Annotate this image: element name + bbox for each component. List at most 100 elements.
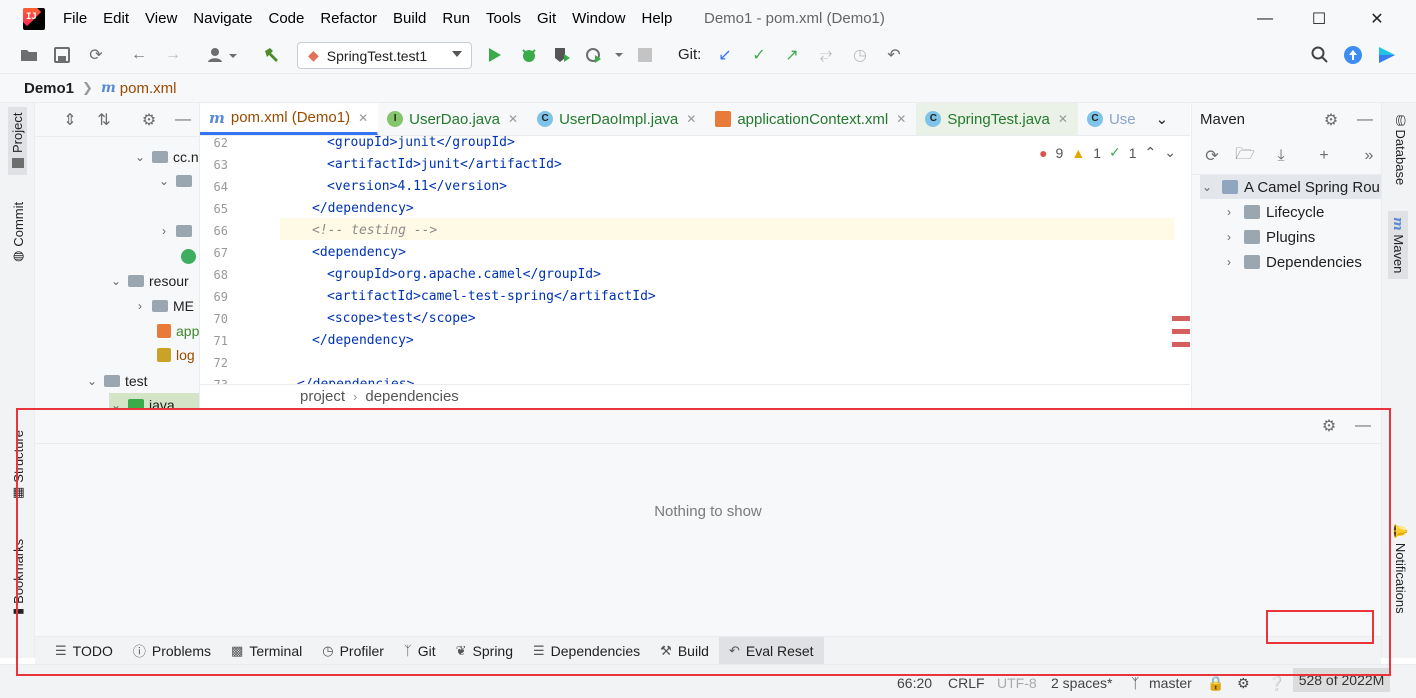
menu-tools[interactable]: Tools xyxy=(478,10,529,27)
tree-item-java[interactable]: ⌄ java xyxy=(109,393,199,408)
previous-highlight-icon[interactable]: ⌃ xyxy=(1145,144,1157,161)
tree-item-collapsed-package[interactable]: › xyxy=(157,219,197,243)
tree-item-meta-inf[interactable]: › ME xyxy=(133,294,194,318)
tab-springtest[interactable]: C SpringTest.java ✕ xyxy=(916,103,1078,135)
update-available-icon[interactable] xyxy=(1342,44,1364,66)
maven-lifecycle-node[interactable]: › Lifecycle xyxy=(1222,200,1324,224)
show-hidden-tabs-icon[interactable]: ⌄ xyxy=(1146,103,1180,135)
profile-dropdown-icon[interactable] xyxy=(583,44,625,66)
lock-icon[interactable]: 🔒 xyxy=(1207,675,1224,692)
breadcrumb-project-tag[interactable]: project xyxy=(300,388,345,405)
gear-icon[interactable]: ⚙ xyxy=(138,109,160,131)
tab-use-truncated[interactable]: C Use xyxy=(1078,103,1146,135)
build-tab[interactable]: ⚒ Build xyxy=(650,637,719,665)
tree-item-interface[interactable] xyxy=(177,244,199,268)
structure-tool-tab[interactable]: ▦ Structure xyxy=(8,424,28,505)
indent-setting[interactable]: 2 spaces* xyxy=(1051,675,1112,691)
close-window-button[interactable]: ✕ xyxy=(1350,0,1404,37)
forward-arrow-icon[interactable]: → xyxy=(162,44,184,66)
open-folder-icon[interactable] xyxy=(18,44,40,66)
git-branch[interactable]: master xyxy=(1149,675,1192,691)
spring-tab[interactable]: ❦ Spring xyxy=(446,637,523,665)
menu-window[interactable]: Window xyxy=(564,10,633,27)
todo-tab[interactable]: ☰ TODO xyxy=(45,637,123,665)
close-icon[interactable]: ✕ xyxy=(1058,112,1068,126)
tab-userdao[interactable]: I UserDao.java ✕ xyxy=(378,103,528,135)
gear-icon[interactable]: ⚙ xyxy=(1320,109,1342,131)
file-encoding[interactable]: UTF-8 xyxy=(997,675,1037,691)
tree-item-resources[interactable]: ⌄ resour xyxy=(109,269,189,293)
dependencies-tab[interactable]: ☰ Dependencies xyxy=(523,637,650,665)
stop-icon[interactable] xyxy=(634,44,656,66)
menu-edit[interactable]: Edit xyxy=(95,10,137,27)
maximize-button[interactable]: ☐ xyxy=(1292,0,1346,37)
gear-icon[interactable]: ⚙ xyxy=(1318,415,1340,437)
notifications-tool-tab[interactable]: 🔔 Notifications xyxy=(1392,523,1408,614)
breadcrumb-dependencies-tag[interactable]: dependencies xyxy=(365,388,458,405)
menu-build[interactable]: Build xyxy=(385,10,434,27)
tab-pom-xml[interactable]: m pom.xml (Demo1) ✕ xyxy=(200,103,379,135)
menu-view[interactable]: View xyxy=(137,10,185,27)
more-actions-icon[interactable]: » xyxy=(1358,145,1380,167)
problems-tab[interactable]: ⓘ Problems xyxy=(123,637,221,665)
breadcrumb-project[interactable]: Demo1 xyxy=(24,80,74,97)
git-update-icon[interactable]: ↙ xyxy=(714,44,736,66)
collapse-all-icon[interactable]: ⇅ xyxy=(93,109,115,131)
close-icon[interactable]: ✕ xyxy=(358,111,368,125)
maven-dependencies-node[interactable]: › Dependencies xyxy=(1222,250,1362,274)
menu-navigate[interactable]: Navigate xyxy=(185,10,260,27)
tab-application-context[interactable]: applicationContext.xml ✕ xyxy=(706,103,916,135)
error-stripe-mark[interactable] xyxy=(1172,329,1190,334)
error-stripe-mark[interactable] xyxy=(1172,342,1190,347)
git-tab[interactable]: ᛉ Git xyxy=(394,637,446,665)
debug-icon[interactable] xyxy=(518,44,540,66)
database-tool-tab[interactable]: ⛁ Database xyxy=(1392,115,1408,185)
search-icon[interactable] xyxy=(1309,44,1331,66)
menu-help[interactable]: Help xyxy=(634,10,681,27)
add-icon[interactable]: + xyxy=(1313,145,1335,167)
git-history-icon[interactable]: ◷ xyxy=(849,44,871,66)
expand-all-icon[interactable]: ⇕ xyxy=(59,109,81,131)
close-icon[interactable]: ✕ xyxy=(508,112,518,126)
eval-reset-tab[interactable]: ↶ Eval Reset xyxy=(718,636,824,665)
generate-sources-icon[interactable]: 🗁 xyxy=(1234,145,1256,167)
tree-item-test[interactable]: ⌄ test xyxy=(85,369,148,393)
run-config-select[interactable]: ◆ SpringTest.test1 xyxy=(297,42,472,69)
menu-file[interactable]: File xyxy=(55,10,95,27)
menu-run[interactable]: Run xyxy=(434,10,478,27)
tree-item-app-context[interactable]: app xyxy=(157,319,199,343)
run-icon[interactable] xyxy=(484,44,506,66)
git-push-icon[interactable]: ↗ xyxy=(781,44,803,66)
breadcrumb-file[interactable]: pom.xml xyxy=(120,80,177,97)
inspector-icon[interactable]: ⚙ xyxy=(1237,675,1250,692)
bookmarks-tool-tab[interactable]: ▮ Bookmarks xyxy=(8,533,28,621)
build-hammer-icon[interactable] xyxy=(260,44,282,66)
terminal-tab[interactable]: ▩ Terminal xyxy=(221,637,312,665)
code-with-me-icon[interactable] xyxy=(1376,44,1398,66)
line-separator[interactable]: CRLF xyxy=(948,675,985,691)
menu-code[interactable]: Code xyxy=(260,10,312,27)
user-dropdown-icon[interactable] xyxy=(205,44,241,66)
close-icon[interactable]: ✕ xyxy=(686,112,696,126)
tab-userdaoimpl[interactable]: C UserDaoImpl.java ✕ xyxy=(528,103,706,135)
tree-item-subpackage[interactable]: ⌄ xyxy=(157,169,197,193)
maven-tool-tab[interactable]: m Maven xyxy=(1388,211,1408,280)
tree-item-log-file[interactable]: log xyxy=(157,343,195,367)
help-icon[interactable]: ❔ xyxy=(1268,675,1285,692)
memory-indicator[interactable]: 528 of 2022M xyxy=(1293,668,1390,692)
inspection-widget[interactable]: ● 9 ▲ 1 ✓ 1 ⌃ ⌄ xyxy=(1039,144,1176,161)
minimize-button[interactable]: — xyxy=(1238,0,1292,37)
project-tool-tab[interactable]: Project xyxy=(8,106,27,175)
menu-git[interactable]: Git xyxy=(529,10,564,27)
maven-plugins-node[interactable]: › Plugins xyxy=(1222,225,1315,249)
rollback-icon[interactable]: ↶ xyxy=(883,44,905,66)
run-with-coverage-icon[interactable] xyxy=(551,44,573,66)
commit-tool-tab[interactable]: ◍ Commit xyxy=(8,196,28,268)
tree-item-package[interactable]: ⌄ cc.n xyxy=(133,145,199,169)
save-all-icon[interactable] xyxy=(51,44,73,66)
git-commit-icon[interactable]: ✓ xyxy=(748,44,770,66)
caret-position[interactable]: 66:20 xyxy=(897,675,932,691)
profiler-tab[interactable]: ◷ Profiler xyxy=(312,637,394,665)
menu-refactor[interactable]: Refactor xyxy=(312,10,385,27)
maven-project-node[interactable]: ⌄ A Camel Spring Rou xyxy=(1200,175,1382,199)
